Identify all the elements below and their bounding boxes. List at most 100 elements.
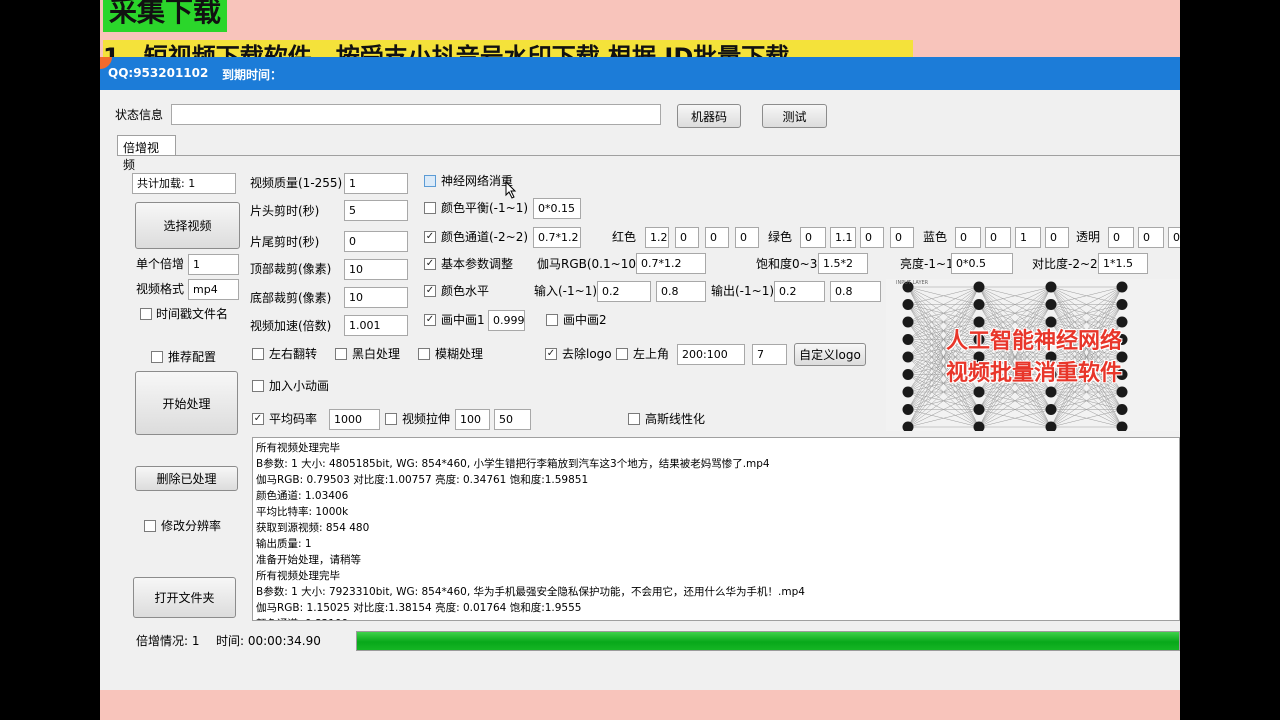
gaussian-label: 高斯线性化 [645,412,706,426]
blur-checkbox[interactable] [418,348,430,360]
pip2-checkbox[interactable] [546,314,558,326]
quality-input[interactable]: 1 [344,173,408,194]
alpha-input-2[interactable]: 0 [1138,227,1164,248]
color-level-checkbox[interactable]: ✓ [424,285,436,297]
nn-node [902,369,914,380]
gaussian-checkbox[interactable] [628,413,640,425]
format-input[interactable]: mp4 [188,279,239,300]
test-button[interactable]: 测试 [762,104,827,128]
total-loaded-field: 共计加载: 1 [132,173,236,194]
video-stretch-checkbox[interactable] [385,413,397,425]
nn-node [973,281,985,293]
status-label: 状态信息 [115,108,164,122]
nn-node [1045,299,1057,310]
recommend-config-checkbox[interactable] [151,351,163,363]
top-crop-input[interactable]: 10 [344,259,408,280]
speed-input[interactable]: 1.001 [344,315,408,336]
green-label: 绿色 [768,230,793,244]
output-range-high[interactable]: 0.8 [830,281,881,302]
output-range-low[interactable]: 0.2 [774,281,825,302]
color-balance-input[interactable]: 0*0.15 [533,198,581,219]
stretch-input-2[interactable]: 50 [494,409,531,430]
pip1-checkbox[interactable]: ✓ [424,314,436,326]
log-output[interactable]: 所有视频处理完毕 B参数: 1 大小: 4805185bit, WG: 854*4… [252,437,1180,621]
basic-adjust-label: 基本参数调整 [441,257,514,271]
avg-bitrate-input[interactable]: 1000 [329,409,380,430]
green-input-3[interactable]: 0 [860,227,884,248]
blue-input-4[interactable]: 0 [1045,227,1069,248]
single-mult-input[interactable]: 1 [188,254,239,275]
blue-label: 蓝色 [923,230,948,244]
gamma-label: 伽马RGB(0.1~10) [537,257,641,271]
input-range-low[interactable]: 0.2 [597,281,651,302]
top-left-checkbox[interactable] [616,348,628,360]
red-input-4[interactable]: 0 [735,227,759,248]
input-range-high[interactable]: 0.8 [656,281,706,302]
delete-processed-button[interactable]: 删除已处理 [135,466,238,491]
nn-node [1116,299,1128,310]
saturation-input[interactable]: 1.5*2 [818,253,868,274]
machine-code-button[interactable]: 机器码 [677,104,741,128]
red-input-2[interactable]: 0 [675,227,699,248]
pip1-input[interactable]: 0.999 [488,310,525,331]
status-input[interactable] [171,104,661,125]
flip-lr-checkbox[interactable] [252,348,264,360]
avg-bitrate-checkbox[interactable]: ✓ [252,413,264,425]
tail-cut-input[interactable]: 0 [344,231,408,252]
open-folder-button[interactable]: 打开文件夹 [133,577,236,618]
blue-input-3[interactable]: 1 [1015,227,1041,248]
custom-logo-button[interactable]: 自定义logo [794,343,866,366]
alpha-input-3[interactable]: 0 [1168,227,1180,248]
gamma-input[interactable]: 0.7*1.2 [636,253,706,274]
quality-label: 视频质量(1-255) [250,176,343,190]
color-balance-checkbox[interactable] [424,202,436,214]
alpha-input-1[interactable]: 0 [1108,227,1134,248]
blue-input-2[interactable]: 0 [985,227,1011,248]
color-channel-input[interactable]: 0.7*1.2 [533,227,581,248]
output-range-label: 输出(-1~1) [711,284,775,298]
slide-title: 采集下载 [103,0,228,32]
blue-input-1[interactable]: 0 [955,227,981,248]
avg-bitrate-label: 平均码率 [269,412,318,426]
red-input-1[interactable]: 1.2 [645,227,669,248]
qq-label: QQ:953201102 [108,66,209,80]
head-cut-input[interactable]: 5 [344,200,408,221]
red-input-3[interactable]: 0 [705,227,729,248]
add-animation-checkbox[interactable] [252,380,264,392]
modify-resolution-checkbox[interactable] [144,520,156,532]
green-input-2[interactable]: 1.1 [830,227,856,248]
single-mult-label: 单个倍增 [136,257,185,271]
logo-value-input[interactable]: 7 [752,344,787,365]
black-white-checkbox[interactable] [335,348,347,360]
logo-size-input[interactable]: 200:100 [677,344,745,365]
remove-logo-checkbox[interactable]: ✓ [545,348,557,360]
basic-adjust-checkbox[interactable]: ✓ [424,258,436,270]
nn-node [1045,386,1057,398]
start-process-button[interactable]: 开始处理 [135,371,238,435]
stretch-input-1[interactable]: 100 [455,409,490,430]
contrast-input[interactable]: 1*1.5 [1098,253,1148,274]
timestamp-filename-checkbox[interactable] [140,308,152,320]
log-line: 伽马RGB: 0.79503 对比度:1.00757 亮度: 0.34761 饱… [256,474,589,486]
log-line: 获取到源视频: 854 480 [256,522,370,534]
nn-node [1116,386,1128,398]
brightness-label: 亮度-1~1 [900,257,954,271]
select-video-button[interactable]: 选择视频 [135,202,240,249]
speed-label: 视频加速(倍数) [250,319,332,333]
pip2-label: 画中画2 [563,313,607,327]
tab-panel-border [117,155,1180,156]
add-animation-label: 加入小动画 [269,379,330,393]
color-channel-checkbox[interactable]: ✓ [424,231,436,243]
brightness-input[interactable]: 0*0.5 [951,253,1013,274]
log-line: B参数: 1 大小: 4805185bit, WG: 854*460, 小学生错… [256,458,770,470]
progress-fill [357,632,1179,650]
nn-dedup-checkbox[interactable] [424,175,436,187]
head-cut-label: 片头剪时(秒) [250,204,320,218]
nn-node [902,386,914,398]
green-input-1[interactable]: 0 [800,227,826,248]
tab-multiply-video[interactable]: 倍增视频 [117,135,176,172]
bottom-crop-input[interactable]: 10 [344,287,408,308]
timestamp-filename-label: 时间戳文件名 [156,307,229,321]
log-line: 所有视频处理完毕 [256,570,340,582]
green-input-4[interactable]: 0 [890,227,914,248]
